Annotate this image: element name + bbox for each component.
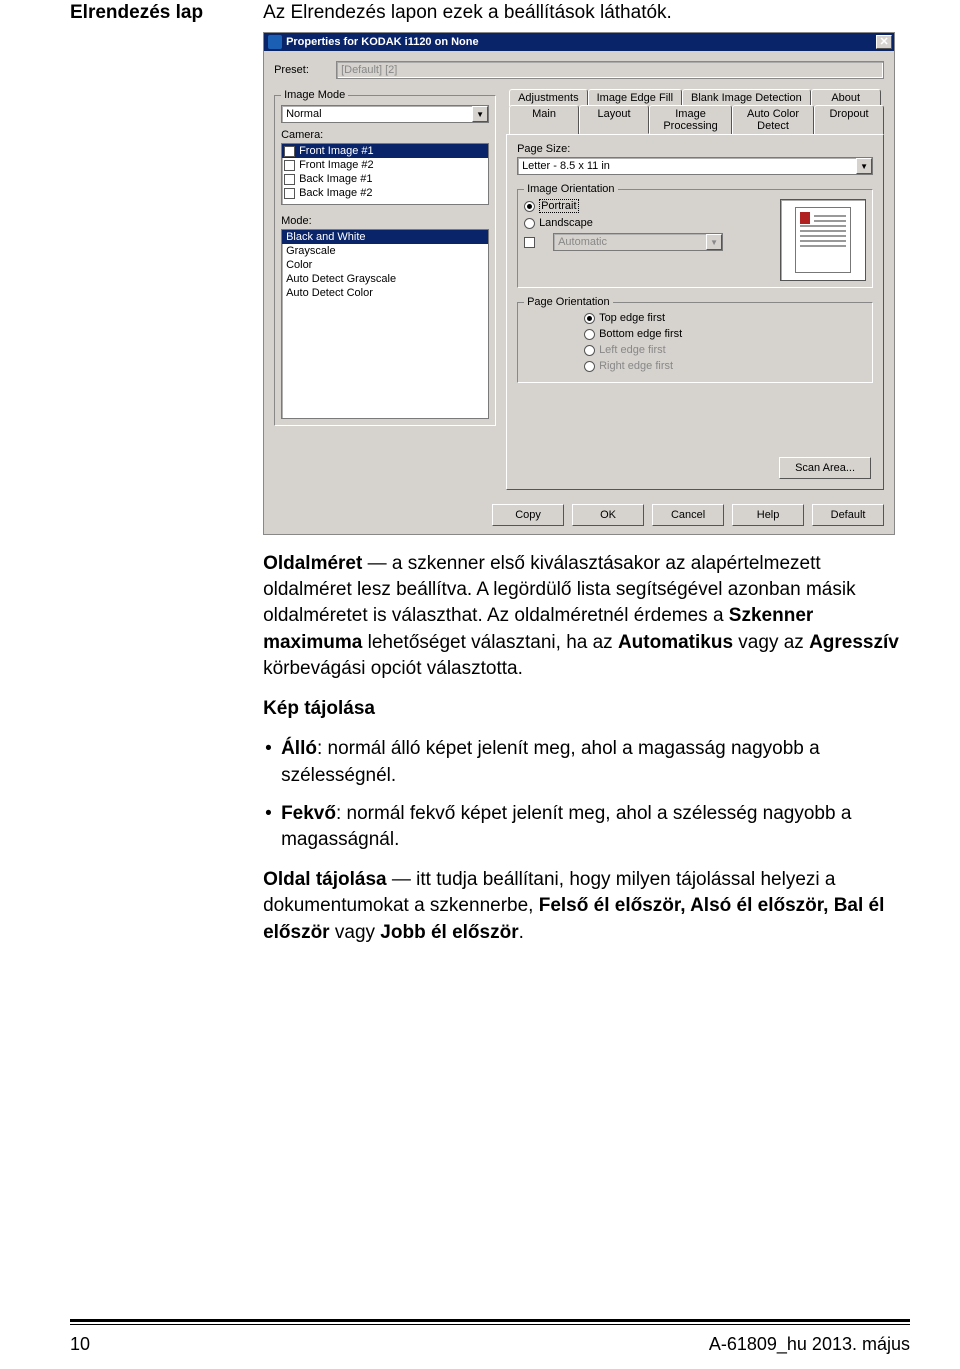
right-edge-radio: Right edge first — [584, 360, 866, 372]
bullet-item: Fekvő: normál fekvő képet jelenít meg, a… — [263, 801, 910, 853]
bullet-item: Álló: normál álló képet jelenít meg, aho… — [263, 736, 910, 788]
scan-area-button[interactable]: Scan Area... — [779, 457, 871, 479]
preset-value: [Default] [2] — [336, 61, 884, 79]
image-orientation-group: Image Orientation Portrait Landscape — [517, 183, 873, 288]
default-button[interactable]: Default — [812, 504, 884, 526]
tab-image-edge-fill[interactable]: Image Edge Fill — [588, 89, 682, 106]
list-item[interactable]: Grayscale — [282, 244, 488, 258]
checkbox-icon[interactable]: ✓ — [284, 146, 295, 157]
footer-rule — [70, 1319, 910, 1325]
orientation-preview — [780, 199, 866, 281]
titlebar: Properties for KODAK i1120 on None ✕ — [264, 33, 894, 51]
page-size-value: Letter - 8.5 x 11 in — [522, 160, 856, 172]
camera-list[interactable]: ✓Front Image #1 Front Image #2 Back Imag… — [281, 143, 489, 205]
list-item[interactable]: ✓Front Image #1 — [282, 144, 488, 158]
window-title: Properties for KODAK i1120 on None — [286, 36, 876, 48]
copy-button[interactable]: Copy — [492, 504, 564, 526]
page-orientation-group: Page Orientation Top edge first Bottom e… — [517, 296, 873, 383]
ok-button[interactable]: OK — [572, 504, 644, 526]
paragraph: Oldalméret — a szkenner első kiválasztás… — [263, 551, 910, 682]
tab-panel-layout: Page Size: Letter - 8.5 x 11 in ▼ Image … — [506, 134, 884, 490]
cancel-button[interactable]: Cancel — [652, 504, 724, 526]
portrait-radio[interactable]: Portrait — [524, 199, 770, 213]
dialog-button-row: Copy OK Cancel Help Default — [264, 498, 894, 534]
automatic-checkbox: Automatic ▼ — [524, 233, 770, 251]
tab-blank-image-detection[interactable]: Blank Image Detection — [682, 89, 811, 106]
section-heading: Elrendezés lap — [70, 2, 203, 960]
tab-main[interactable]: Main — [509, 105, 579, 134]
image-mode-value: Normal — [286, 108, 472, 120]
subheading: Kép tájolása — [263, 696, 910, 722]
top-edge-radio[interactable]: Top edge first — [584, 312, 866, 324]
chevron-down-icon: ▼ — [856, 158, 872, 174]
checkbox-icon — [524, 237, 535, 248]
paragraph: Oldal tájolása — itt tudja beállítani, h… — [263, 867, 910, 946]
app-icon — [268, 35, 282, 49]
tab-image-processing[interactable]: Image Processing — [649, 105, 732, 134]
chevron-down-icon: ▼ — [706, 234, 722, 250]
checkbox-icon[interactable] — [284, 160, 295, 171]
image-mode-group: Image Mode Normal ▼ Camera: ✓Front Image… — [274, 89, 496, 426]
tab-row-lower: Main Layout Image Processing Auto Color … — [506, 105, 884, 134]
bottom-edge-radio[interactable]: Bottom edge first — [584, 328, 866, 340]
preset-label: Preset: — [274, 64, 324, 76]
tab-row-upper: Adjustments Image Edge Fill Blank Image … — [506, 89, 884, 106]
page-footer: 10 A-61809_hu 2013. május — [70, 1334, 910, 1355]
tab-about[interactable]: About — [811, 89, 881, 106]
camera-label: Camera: — [281, 129, 489, 141]
list-item[interactable]: Front Image #2 — [282, 158, 488, 172]
list-item[interactable]: Back Image #1 — [282, 172, 488, 186]
tab-auto-color-detect[interactable]: Auto Color Detect — [732, 105, 814, 134]
image-orientation-legend: Image Orientation — [524, 183, 617, 195]
page-number: 10 — [70, 1334, 90, 1355]
landscape-radio[interactable]: Landscape — [524, 217, 770, 229]
body-text: Oldalméret — a szkenner első kiválasztás… — [263, 551, 910, 946]
properties-dialog: Properties for KODAK i1120 on None ✕ Pre… — [263, 32, 895, 535]
help-button[interactable]: Help — [732, 504, 804, 526]
checkbox-icon[interactable] — [284, 174, 295, 185]
image-mode-legend: Image Mode — [281, 89, 348, 101]
left-edge-radio: Left edge first — [584, 344, 866, 356]
list-item[interactable]: Auto Detect Grayscale — [282, 272, 488, 286]
list-item[interactable]: Auto Detect Color — [282, 286, 488, 300]
tab-dropout[interactable]: Dropout — [814, 105, 884, 134]
tab-layout[interactable]: Layout — [579, 105, 649, 134]
page-size-label: Page Size: — [517, 143, 873, 155]
image-mode-combo[interactable]: Normal ▼ — [281, 105, 489, 123]
tab-adjustments[interactable]: Adjustments — [509, 89, 588, 106]
intro-text: Az Elrendezés lapon ezek a beállítások l… — [263, 2, 910, 24]
list-item[interactable]: Back Image #2 — [282, 186, 488, 200]
page-orientation-legend: Page Orientation — [524, 296, 613, 308]
doc-id: A-61809_hu 2013. május — [709, 1334, 910, 1355]
checkbox-icon[interactable] — [284, 188, 295, 199]
mode-label: Mode: — [281, 215, 489, 227]
mode-list[interactable]: Black and White Grayscale Color Auto Det… — [281, 229, 489, 419]
list-item[interactable]: Color — [282, 258, 488, 272]
page-size-combo[interactable]: Letter - 8.5 x 11 in ▼ — [517, 157, 873, 175]
close-button[interactable]: ✕ — [876, 35, 892, 49]
list-item[interactable]: Black and White — [282, 230, 488, 244]
chevron-down-icon: ▼ — [472, 106, 488, 122]
